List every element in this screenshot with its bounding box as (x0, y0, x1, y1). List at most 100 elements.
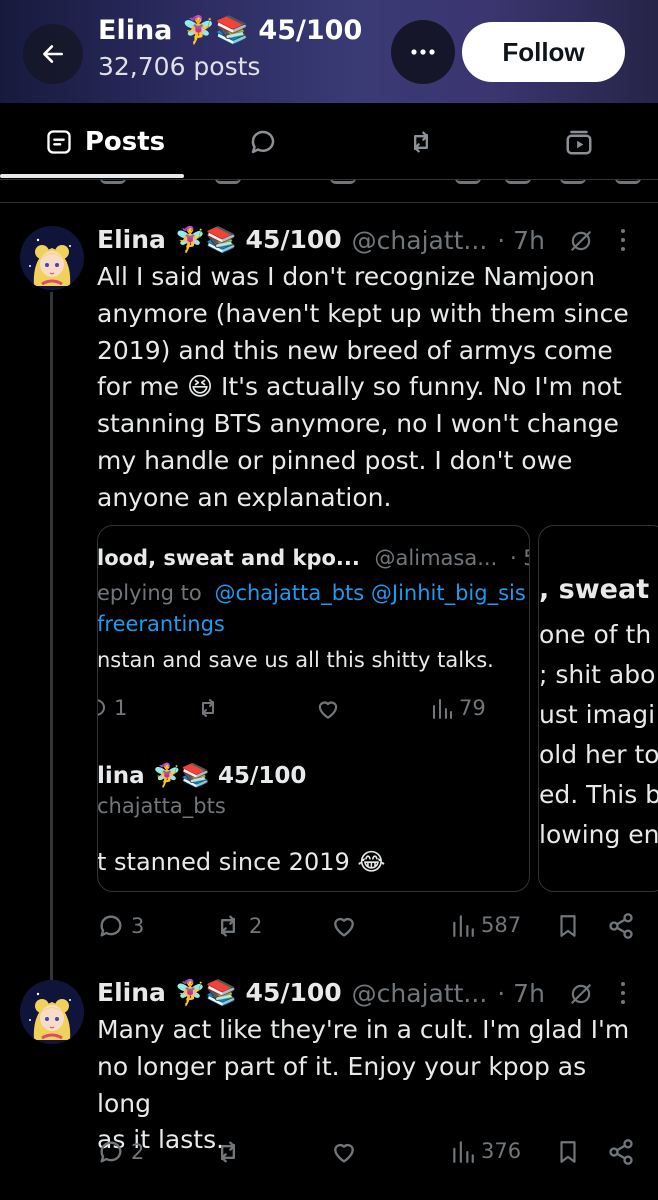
reply-bubble-icon (100, 1141, 122, 1163)
post-more-button[interactable] (614, 228, 634, 256)
tab-reposts[interactable] (386, 103, 456, 181)
reply-bubble-icon (98, 699, 105, 716)
quoted-views-action[interactable]: 79 (431, 696, 486, 720)
views-action[interactable]: 376 (451, 1138, 521, 1164)
tab-posts[interactable]: Posts (30, 103, 180, 181)
like-action[interactable] (329, 1138, 359, 1166)
views-action[interactable]: 587 (451, 912, 521, 938)
avatar-image (20, 226, 84, 290)
quoted-reply-count: 1 (114, 696, 128, 720)
secondary-quote-line: one of th (539, 620, 652, 649)
reply-action[interactable]: 2 (97, 1138, 144, 1166)
post-header: Elina 🧚‍♀️📚 45/100 @chajatt... · 7h (97, 225, 545, 255)
active-tab-indicator (0, 174, 184, 178)
heart-icon (334, 1143, 354, 1163)
more-vertical-icon (621, 228, 627, 256)
avatar[interactable] (20, 980, 84, 1044)
more-horizontal-icon (411, 49, 435, 55)
quoted-author-handle: @alimasa... (374, 546, 498, 570)
post-timestamp[interactable]: · 7h (497, 226, 545, 255)
reply-count: 3 (131, 914, 145, 938)
secondary-quote-line: ; shit abo (539, 660, 656, 689)
tab-replies[interactable] (228, 103, 298, 181)
more-options-button[interactable] (391, 20, 455, 84)
quoted-view-count: 79 (459, 696, 486, 720)
share-icon (609, 1139, 633, 1165)
reply-bubble-icon (251, 130, 275, 154)
bar-chart-icon (453, 915, 474, 937)
repost-action[interactable]: 2 (213, 912, 262, 940)
share-icon (609, 913, 633, 939)
repost-icon (221, 1141, 235, 1163)
secondary-quote-line: ust imagi (539, 700, 656, 729)
post-author-name[interactable]: Elina 🧚‍♀️📚 45/100 (97, 225, 342, 255)
post-text: All I said was I don't recognize Namjoon… (97, 262, 629, 512)
secondary-quote-line: ed. This b (539, 780, 658, 809)
quoted-timestamp: · 57m (509, 546, 529, 570)
tab-posts-label: Posts (84, 127, 166, 157)
quoted-like-action[interactable] (314, 696, 342, 722)
tab-media[interactable] (544, 103, 614, 181)
view-count: 376 (481, 1139, 522, 1163)
post-timestamp[interactable]: · 7h (497, 979, 545, 1008)
posts-list-icon (47, 130, 71, 154)
grok-icon (571, 984, 591, 1004)
share-action[interactable] (607, 1138, 635, 1166)
quoted-post-card-secondary[interactable]: , sweat a one of th ; shit abo ust imagi… (538, 525, 658, 892)
arrow-left-icon (43, 45, 63, 63)
post-author-handle[interactable]: @chajatt... (352, 979, 488, 1008)
share-action[interactable] (607, 912, 635, 940)
secondary-quote-line: , sweat a (539, 574, 658, 605)
bookmark-icon (560, 915, 576, 937)
bookmark-action[interactable] (555, 912, 581, 940)
inner-quoted-author-name: lina 🧚‍♀️📚 45/100 (97, 763, 307, 789)
post-author-handle[interactable]: @chajatt... (352, 226, 488, 255)
view-count: 587 (481, 913, 522, 937)
grok-button[interactable] (564, 979, 598, 1009)
header-display-name: Elina 🧚‍♀️📚 45/100 (98, 15, 363, 46)
post-author-name[interactable]: Elina 🧚‍♀️📚 45/100 (97, 978, 342, 1008)
repost-icon (221, 915, 235, 937)
post-header: Elina 🧚‍♀️📚 45/100 @chajatt... · 7h (97, 978, 545, 1008)
quoted-author-name: lood, sweat and kpo... (97, 546, 360, 570)
replying-to-label: eplying to (97, 581, 202, 605)
post-divider (0, 202, 658, 203)
repost-count: 2 (249, 914, 263, 938)
back-button[interactable] (23, 24, 83, 84)
more-vertical-icon (621, 981, 627, 1009)
bookmark-action[interactable] (555, 1138, 581, 1166)
previous-post-actions-peek (0, 180, 658, 190)
repost-icon (202, 699, 214, 717)
repost-icon (414, 131, 428, 153)
inner-quoted-author-handle: chajatta_bts (97, 794, 226, 818)
heart-icon (334, 917, 354, 937)
header-post-count: 32,706 posts (98, 52, 261, 81)
quoted-post-card[interactable]: lood, sweat and kpo... @alimasa... · 57m… (97, 525, 530, 892)
quoted-reply-action[interactable]: 1 (98, 696, 128, 720)
like-action[interactable] (329, 912, 359, 940)
avatar-image (20, 980, 84, 1044)
reply-count: 2 (131, 1140, 145, 1164)
bar-chart-icon (453, 1141, 474, 1163)
repost-action[interactable] (213, 1138, 243, 1166)
bookmark-icon (560, 1141, 576, 1163)
profile-header: Elina 🧚‍♀️📚 45/100 32,706 posts Follow (0, 0, 658, 103)
heart-icon (318, 701, 338, 719)
thread-connector-line (50, 292, 53, 982)
avatar[interactable] (20, 226, 84, 290)
reply-action[interactable]: 3 (97, 912, 144, 940)
post-more-button[interactable] (614, 981, 634, 1009)
inner-quoted-text: t stanned since 2019 😂 (97, 848, 386, 876)
bar-chart-icon (433, 699, 452, 719)
quoted-repost-action[interactable] (194, 696, 222, 720)
replying-to-mentions[interactable]: @chajatta_bts @Jinhit_big_sis a (214, 581, 529, 605)
grok-button[interactable] (564, 226, 598, 256)
media-video-icon (566, 130, 592, 155)
secondary-quote-line: lowing en (539, 820, 658, 849)
profile-tabs: Posts (0, 103, 658, 181)
secondary-quote-line: old her to (539, 740, 658, 769)
quoted-post-text: nstan and save us all this shitty talks. (97, 648, 494, 672)
follow-button[interactable]: Follow (462, 22, 625, 82)
replying-to-mention-more[interactable]: freerantings (98, 612, 225, 636)
grok-icon (571, 231, 591, 251)
